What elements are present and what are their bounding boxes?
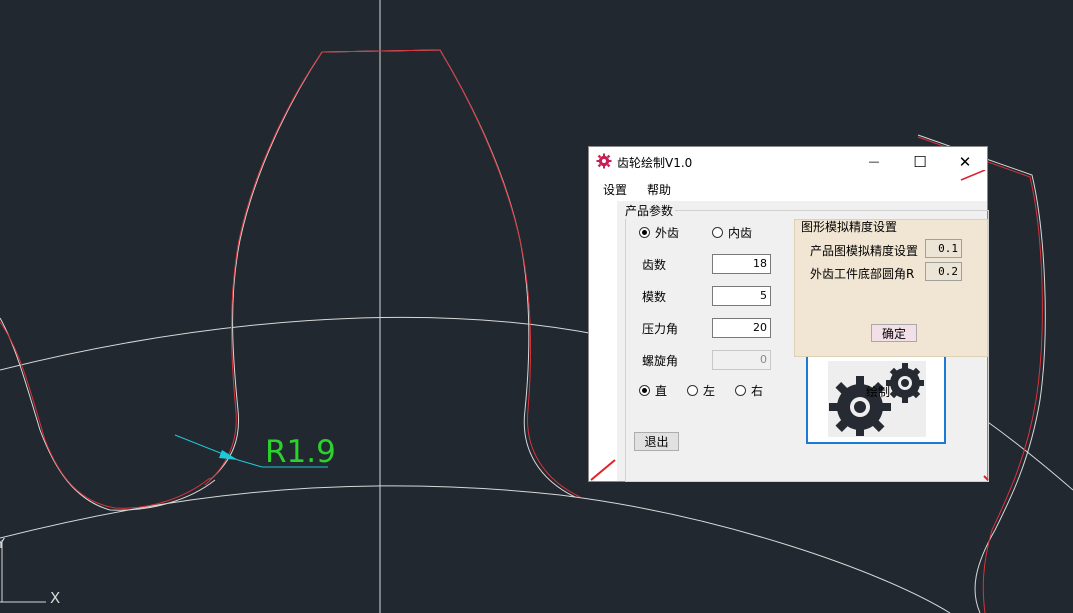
red-corner-line [590,459,616,481]
root-circle [0,485,951,613]
minimize-icon: — [868,155,880,168]
dimension-text: R1.9 [265,434,336,470]
window-title: 齿轮绘制V1.0 [617,156,693,170]
gear-app-icon [596,153,612,169]
red-corner-line-top [960,170,986,181]
ucs-y-label: Y [0,537,5,552]
ucs-x-label: X [50,589,60,607]
precision-settings-panel: 图形模拟精度设置 产品图模拟精度设置 0.1 外齿工件底部圆角R 0.2 确定 [794,219,988,357]
maximize-icon: ☐ [913,152,927,171]
tooth-left-red [0,321,211,509]
product-precision-input[interactable]: 0.1 [925,239,962,258]
tooth-main-white [209,49,576,498]
dimension-leader-bend [237,459,263,468]
root-fillet-label: 外齿工件底部圆角R [810,267,915,281]
close-icon: ✕ [958,152,972,171]
tooth-main-red [204,49,581,498]
pitch-circle [0,316,601,371]
ok-button[interactable]: 确定 [871,324,917,342]
root-fillet-input[interactable]: 0.2 [925,262,962,281]
product-precision-label: 产品图模拟精度设置 [810,244,919,258]
pitch-circle-right [984,419,1073,491]
dimension-arrow [219,450,238,460]
precision-title: 图形模拟精度设置 [801,220,898,234]
red-corner-line-bottom [983,475,989,481]
